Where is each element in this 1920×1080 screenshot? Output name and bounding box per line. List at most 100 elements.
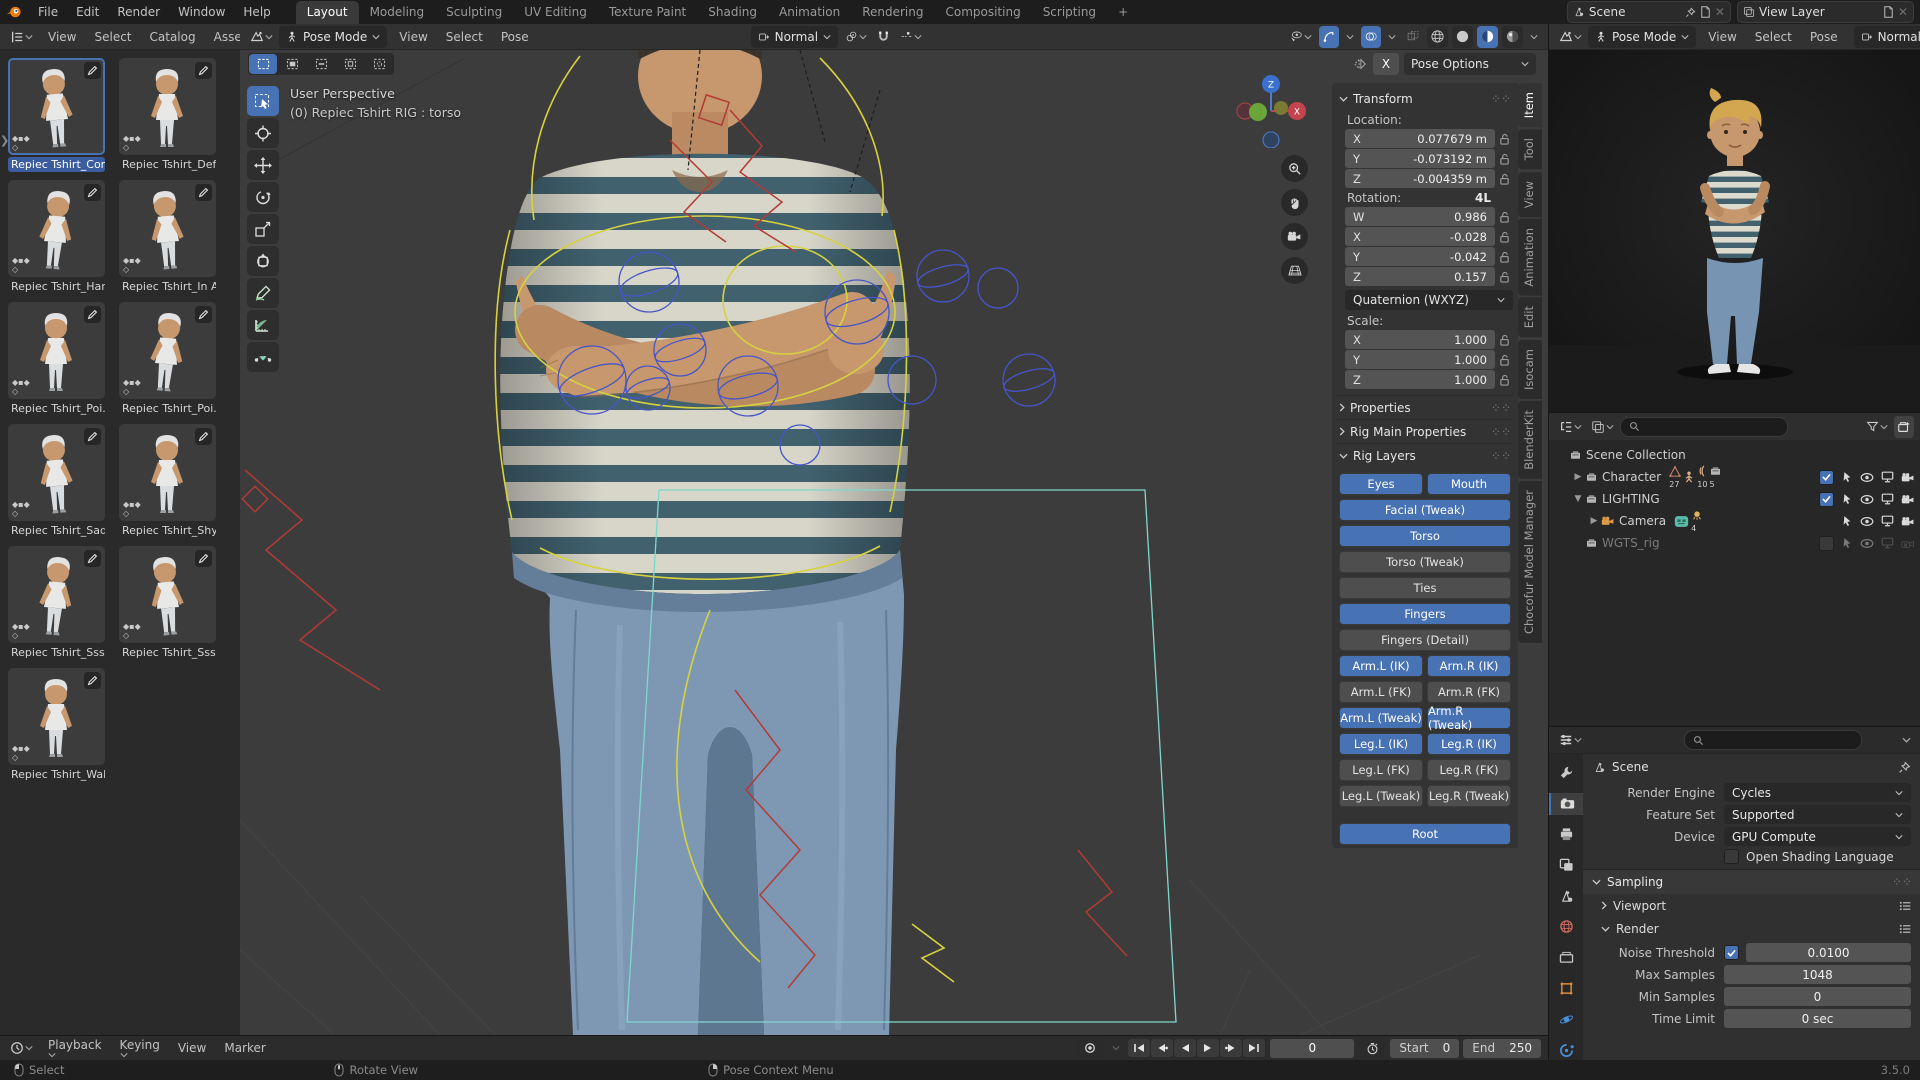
viewport-menu-view[interactable]: View	[390, 28, 436, 46]
tool-rotate[interactable]	[247, 182, 279, 212]
osl-checkbox[interactable]	[1724, 849, 1739, 864]
prop-value-dropdown[interactable]: Supported	[1724, 805, 1911, 824]
asset-thumbnail[interactable]: ◆▪◆◇	[8, 546, 105, 643]
asset-item[interactable]: ◆▪◆◇Repiec Tshirt_Sad	[8, 424, 105, 538]
preview-menu-pose[interactable]: Pose	[1801, 28, 1847, 46]
scene-selector[interactable]: Scene ✕	[1567, 1, 1731, 23]
pin-icon[interactable]	[1898, 761, 1911, 774]
new-collection-button[interactable]	[1894, 416, 1914, 438]
next-keyframe-button[interactable]	[1220, 1039, 1242, 1057]
properties-editor-type-icon[interactable]	[1556, 729, 1585, 751]
location-y-field[interactable]: Y-0.073192 m	[1345, 149, 1495, 168]
properties-options-dropdown[interactable]	[1899, 729, 1914, 751]
eye-toggle[interactable]	[1860, 494, 1874, 505]
select-intersect-button[interactable]	[365, 54, 393, 74]
lock-icon[interactable]	[1495, 374, 1513, 386]
eye-toggle[interactable]	[1860, 538, 1874, 549]
mirror-x-toggle[interactable]: X	[1373, 53, 1399, 75]
noise-threshold-value[interactable]: 0.0100	[1746, 943, 1911, 962]
tool-transform[interactable]	[247, 246, 279, 276]
preview-menu-view[interactable]: View	[1699, 28, 1745, 46]
timeline-menu-marker[interactable]: Marker	[215, 1039, 274, 1057]
workspace-tab-animation[interactable]: Animation	[768, 1, 851, 24]
preview-menu-select[interactable]: Select	[1746, 28, 1801, 46]
lock-icon[interactable]	[1495, 271, 1513, 283]
shading-dropdown[interactable]	[1527, 26, 1541, 48]
select-extend-button[interactable]	[278, 54, 306, 74]
outliner-row-character[interactable]: ▶Character27105	[1549, 466, 1920, 488]
rig-main-panel-header[interactable]: Rig Main Properties ⁘⁘	[1337, 419, 1513, 443]
lock-icon[interactable]	[1495, 334, 1513, 346]
tool-scale[interactable]	[247, 214, 279, 244]
sidebar-tab-chocofur-model-manager[interactable]: Chocofur Model Manager	[1518, 481, 1542, 643]
viewport-menu-pose[interactable]: Pose	[492, 28, 538, 46]
monitor-toggle[interactable]	[1881, 515, 1894, 527]
asset-edit-icon[interactable]	[195, 184, 212, 201]
transform-panel-header[interactable]: Transform ⁘⁘	[1337, 87, 1513, 110]
panel-drag-dots[interactable]: ⁘⁘	[1491, 449, 1511, 463]
asset-item[interactable]: ◆▪◆◇Repiec Tshirt_In Air	[119, 180, 216, 294]
xray-toggle[interactable]	[1403, 26, 1423, 48]
lock-icon[interactable]	[1495, 133, 1513, 145]
disclosure-triangle[interactable]: ▶	[1587, 516, 1601, 526]
rig-layer-arm-l-fk-[interactable]: Arm.L (FK)	[1339, 681, 1423, 703]
timeline-editor-type-icon[interactable]	[7, 1037, 36, 1059]
asset-edit-icon[interactable]	[84, 550, 101, 567]
prop-value-field[interactable]: 0 sec	[1724, 1009, 1911, 1028]
ptab-object[interactable]	[1549, 978, 1583, 1000]
asset-item[interactable]: ◆▪◆◇Repiec Tshirt_Ssst...	[8, 546, 105, 660]
pan-hand-button[interactable]	[1281, 189, 1308, 216]
rig-layer-arm-r-tweak-[interactable]: Arm.R (Tweak)	[1427, 707, 1511, 729]
prop-value-dropdown[interactable]: GPU Compute	[1724, 827, 1911, 846]
asset-edit-icon[interactable]	[195, 428, 212, 445]
lock-icon[interactable]	[1495, 354, 1513, 366]
view-layer-selector[interactable]: View Layer ✕	[1737, 1, 1914, 23]
select-subtract-button[interactable]	[307, 54, 335, 74]
frame-end-field[interactable]: End 250	[1463, 1039, 1541, 1058]
viewport-3d[interactable]: Pose Mode ViewSelectPose Normal	[240, 24, 1548, 1035]
preview-orientation-dropdown[interactable]: Normal	[1854, 26, 1920, 48]
sidebar-tab-blenderkit[interactable]: BlenderKit	[1518, 401, 1542, 479]
rig-layer-arm-l-ik-[interactable]: Arm.L (IK)	[1339, 655, 1423, 677]
workspace-tab-shading[interactable]: Shading	[697, 1, 768, 24]
cursor-toggle[interactable]	[1841, 471, 1853, 483]
asset-thumbnail[interactable]: ◆▪◆◇	[119, 546, 216, 643]
use-preview-range-toggle[interactable]	[1358, 1037, 1386, 1059]
rig-layer-arm-r-ik-[interactable]: Arm.R (IK)	[1427, 655, 1511, 677]
zoom-button[interactable]	[1281, 155, 1308, 182]
timeline-menu-view[interactable]: View	[169, 1039, 215, 1057]
ptab-physics[interactable]	[1549, 1008, 1583, 1030]
ptab-scene[interactable]	[1549, 885, 1583, 907]
cursor-toggle[interactable]	[1841, 537, 1853, 549]
asset-thumbnail[interactable]: ◆▪◆◇	[119, 180, 216, 277]
keying-set-dropdown[interactable]	[1109, 1037, 1123, 1059]
asset-thumbnail[interactable]: ◆▪◆◇	[119, 58, 216, 155]
tool-select-box[interactable]	[247, 86, 279, 116]
rotation-mode-dropdown[interactable]: Quaternion (WXYZ)	[1345, 290, 1513, 310]
rig-layer-torso[interactable]: Torso	[1339, 525, 1511, 547]
workspace-tab-uv-editing[interactable]: UV Editing	[513, 1, 598, 24]
shading-solid-button[interactable]	[1452, 26, 1473, 48]
sidebar-tab-view[interactable]: View	[1518, 172, 1542, 217]
workspace-tab-scripting[interactable]: Scripting	[1032, 1, 1107, 24]
panel-drag-dots[interactable]: ⁘⁘	[1491, 92, 1511, 106]
workspace-tab-modeling[interactable]: Modeling	[359, 1, 436, 24]
scale-x-field[interactable]: X1.000	[1345, 330, 1495, 349]
rig-layer-root[interactable]: Root	[1339, 823, 1511, 845]
asset-menu-asset[interactable]: Asset	[205, 28, 241, 46]
pose-options-dropdown[interactable]: Pose Options	[1404, 53, 1536, 75]
panel-drag-dots[interactable]: ⁘⁘	[1892, 875, 1912, 889]
asset-edit-icon[interactable]	[84, 62, 101, 79]
disclosure-triangle[interactable]: ▼	[1571, 494, 1585, 504]
outliner-filter-icon[interactable]	[1863, 416, 1891, 438]
asset-thumbnail[interactable]: ◆▪◆◇	[8, 668, 105, 765]
rig-layer-leg-l-tweak-[interactable]: Leg.L (Tweak)	[1339, 785, 1423, 807]
timeline-menu-keying[interactable]: Keying	[111, 1036, 169, 1060]
tool-move[interactable]	[247, 150, 279, 180]
asset-menu-catalog[interactable]: Catalog	[141, 28, 205, 46]
camera-toggle[interactable]	[1901, 516, 1915, 527]
outliner-row-wgts-rig[interactable]: WGTS_rig	[1549, 532, 1920, 554]
shading-wireframe-button[interactable]	[1427, 26, 1448, 48]
overlays-dropdown[interactable]	[1385, 26, 1399, 48]
sampling-render-subpanel[interactable]: Render	[1583, 917, 1920, 940]
